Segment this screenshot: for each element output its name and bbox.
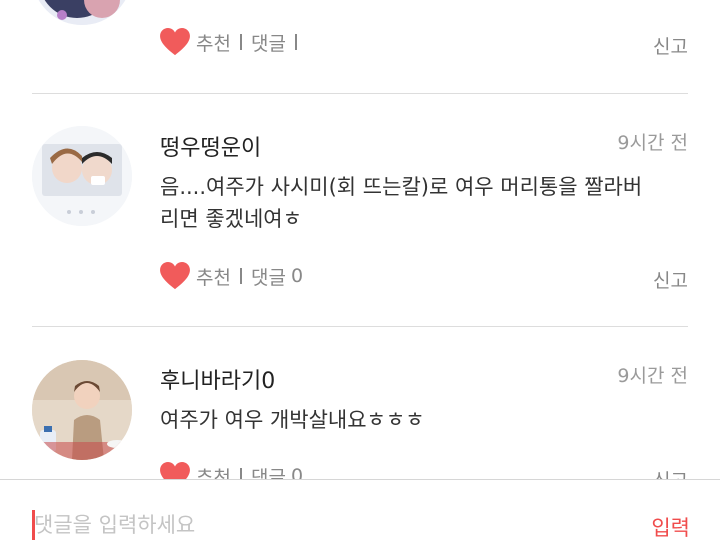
avatar[interactable] <box>32 0 132 25</box>
avatar-photo-icon <box>32 0 132 25</box>
like-button[interactable]: 추천 <box>196 29 231 56</box>
reply-button[interactable]: 댓글 <box>251 263 286 290</box>
separator <box>294 34 297 50</box>
reply-button[interactable]: 댓글 <box>251 29 286 56</box>
reply-count: 0 <box>290 265 304 287</box>
comment-time: 9시간 전 <box>617 132 688 154</box>
avatar[interactable] <box>32 126 132 226</box>
heart-icon[interactable] <box>160 262 190 290</box>
comment-input[interactable] <box>32 510 594 540</box>
avatar-photo-icon <box>32 126 132 226</box>
report-button[interactable]: 신고 <box>653 266 688 293</box>
comment-input-bar: 입력 <box>0 479 720 540</box>
heart-icon[interactable] <box>160 28 190 56</box>
like-button[interactable]: 추천 <box>196 263 231 290</box>
comment-time: 9시간 전 <box>617 365 688 387</box>
avatar[interactable] <box>32 360 132 460</box>
avatar-photo-icon <box>32 360 132 460</box>
separator <box>239 268 242 284</box>
separator <box>239 34 242 50</box>
comment-screen: 추천 댓글 신고 떵우떵운이 9시간 전 음....여주가 사시미(회 뜨는칼)… <box>0 0 720 540</box>
comment-nickname[interactable]: 후니바라기0 <box>160 363 275 395</box>
report-button[interactable]: 신고 <box>653 32 688 59</box>
comment-actions: 추천 댓글 <box>160 28 306 56</box>
comment-text: 여주가 여우 개박살내요ㅎㅎㅎ <box>160 408 425 432</box>
comment-nickname[interactable]: 떵우떵운이 <box>160 130 261 162</box>
divider <box>32 93 688 94</box>
comment-actions: 추천 댓글 0 <box>160 262 303 290</box>
divider <box>32 326 688 327</box>
submit-button[interactable]: 입력 <box>651 512 690 540</box>
comment-text: 음....여주가 사시미(회 뜨는칼)로 여우 머리통을 짤라버리면 좋겠네여ㅎ <box>160 175 643 231</box>
